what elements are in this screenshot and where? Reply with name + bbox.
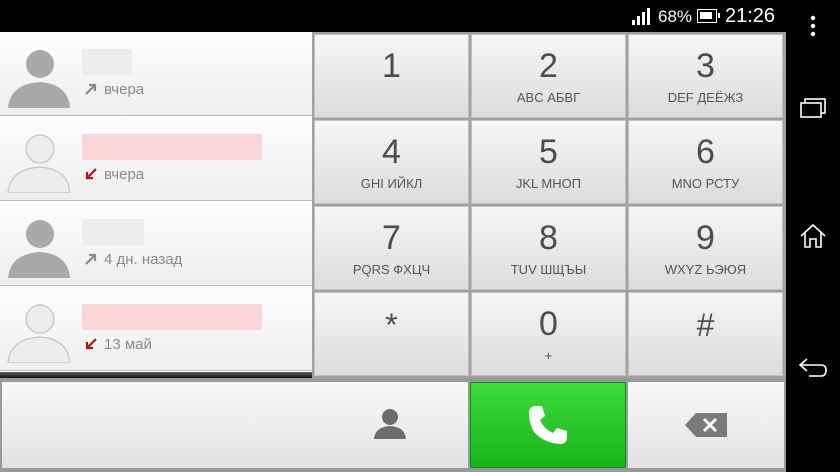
dialpad-key-7[interactable]: 7 PQRS ФХЦЧ	[314, 206, 469, 290]
key-digit: #	[696, 307, 715, 343]
dialpad: 1 2 ABC АБВГ 3 DEF ДЕЁЖЗ 4 GHI ИЙКЛ 5 JK…	[312, 32, 786, 378]
call-time: вчера	[104, 81, 145, 98]
navigation-bar	[786, 0, 840, 472]
back-icon	[798, 358, 827, 377]
key-letters: WXYZ ЬЭЮЯ	[664, 262, 747, 277]
key-letters: PQRS ФХЦЧ	[352, 262, 431, 277]
dialpad-key-0[interactable]: 0 +	[471, 292, 626, 376]
recent-apps-icon	[800, 98, 826, 118]
contact-avatar-icon	[8, 220, 70, 278]
key-digit: 9	[696, 219, 715, 257]
contact-name-redacted	[82, 304, 262, 330]
back-button[interactable]	[786, 342, 840, 394]
backspace-icon	[685, 413, 727, 437]
key-digit: 8	[539, 219, 558, 257]
dialpad-key-5[interactable]: 5 JKL МНОП	[471, 120, 626, 204]
call-log-list: вчера вчера 4 дн. назад 13 май	[0, 32, 312, 378]
key-letters: ABC АБВГ	[516, 90, 581, 105]
home-icon	[800, 223, 826, 248]
key-letters: GHI ИЙКЛ	[360, 176, 423, 191]
dialpad-key-8[interactable]: 8 TUV ШЩЪЫ	[471, 206, 626, 290]
contact-avatar-icon	[7, 304, 70, 363]
contact-name-redacted	[82, 134, 262, 160]
contact-icon	[374, 409, 406, 439]
call-log-item[interactable]: вчера	[0, 117, 312, 201]
call-button[interactable]	[470, 382, 626, 468]
call-log-item[interactable]: 4 дн. назад	[0, 202, 312, 286]
outgoing-call-icon	[85, 253, 97, 265]
key-digit: 6	[696, 133, 715, 171]
key-letters: +	[544, 348, 553, 363]
key-digit: 4	[382, 133, 401, 171]
clock: 21:26	[725, 5, 776, 27]
call-log-item[interactable]: вчера	[0, 32, 312, 116]
backspace-button[interactable]	[628, 382, 784, 468]
outgoing-call-icon	[85, 83, 97, 95]
call-time: вчера	[104, 166, 145, 183]
key-letters: TUV ШЩЪЫ	[510, 262, 587, 277]
battery-percent: 68%	[658, 7, 693, 26]
call-time: 13 май	[104, 336, 152, 353]
contact-avatar-icon	[7, 134, 70, 193]
battery-charging-icon	[697, 9, 720, 23]
dialpad-key-hash[interactable]: #	[628, 292, 783, 376]
key-digit: 0	[539, 305, 558, 343]
contacts-button[interactable]	[370, 404, 410, 442]
menu-button[interactable]	[786, 0, 840, 52]
phone-icon	[529, 406, 567, 444]
dialpad-key-3[interactable]: 3 DEF ДЕЁЖЗ	[628, 34, 783, 118]
status-bar: 68% 21:26	[0, 0, 786, 32]
dialpad-key-6[interactable]: 6 MNO РСТУ	[628, 120, 783, 204]
dialer-action-bar	[0, 378, 786, 472]
key-digit: 7	[382, 219, 401, 257]
missed-call-icon	[85, 168, 97, 180]
key-letters: DEF ДЕЁЖЗ	[667, 90, 744, 105]
call-time: 4 дн. назад	[104, 251, 183, 268]
key-letters: JKL МНОП	[515, 176, 582, 191]
key-letters: MNO РСТУ	[671, 176, 740, 191]
dialpad-key-2[interactable]: 2 ABC АБВГ	[471, 34, 626, 118]
call-log-item[interactable]: 13 май	[0, 287, 312, 371]
key-digit: 2	[539, 47, 558, 85]
missed-call-icon	[85, 338, 97, 350]
home-button[interactable]	[786, 210, 840, 262]
contact-name-redacted	[82, 49, 132, 75]
key-digit: 5	[539, 133, 558, 171]
dialpad-key-star[interactable]: *	[314, 292, 469, 376]
key-digit: *	[385, 307, 398, 343]
key-digit: 1	[382, 47, 401, 85]
contact-avatar-icon	[8, 50, 70, 108]
contact-name-redacted	[82, 219, 144, 245]
dialpad-key-9[interactable]: 9 WXYZ ЬЭЮЯ	[628, 206, 783, 290]
dialpad-key-1[interactable]: 1	[314, 34, 469, 118]
dialpad-key-4[interactable]: 4 GHI ИЙКЛ	[314, 120, 469, 204]
signal-icon	[632, 8, 652, 25]
key-digit: 3	[696, 47, 715, 85]
recent-apps-button[interactable]	[786, 82, 840, 134]
overflow-menu-icon	[810, 15, 816, 37]
